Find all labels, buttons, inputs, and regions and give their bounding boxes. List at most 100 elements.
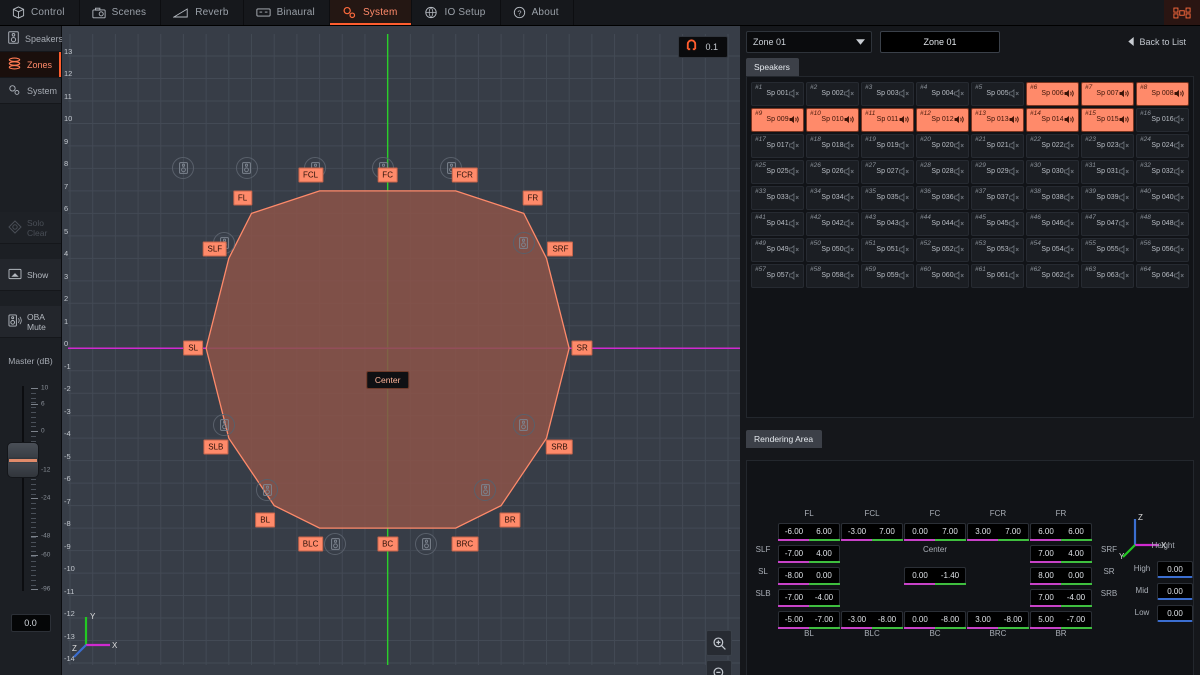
speaker-muted-icon[interactable] bbox=[844, 267, 855, 285]
rendering-height-field-mid[interactable]: 0.00 bbox=[1157, 583, 1193, 600]
speaker-cell[interactable]: #30Sp 030 bbox=[1026, 160, 1079, 184]
speaker-cell[interactable]: #50Sp 050 bbox=[806, 238, 859, 262]
speaker-muted-icon[interactable] bbox=[954, 85, 965, 103]
speaker-cell[interactable]: #20Sp 020 bbox=[916, 134, 969, 158]
rendering-field-brc[interactable]: 3.00-8.00 bbox=[967, 611, 1029, 628]
speaker-muted-icon[interactable] bbox=[789, 215, 800, 233]
speaker-muted-icon[interactable] bbox=[1009, 137, 1020, 155]
zone-graph-canvas[interactable]: FCFCRFRSRFSRSRBBRBRCBCBLCBLSLBSLSLFFLFCL… bbox=[62, 26, 740, 675]
speaker-on-icon[interactable] bbox=[954, 111, 965, 129]
speaker-cell[interactable]: #28Sp 028 bbox=[916, 160, 969, 184]
speaker-cell[interactable]: #2Sp 002 bbox=[806, 82, 859, 106]
speaker-muted-icon[interactable] bbox=[1064, 267, 1075, 285]
speaker-cell[interactable]: #9Sp 009 bbox=[751, 108, 804, 132]
sidebar-item-speakers[interactable]: Speakers bbox=[0, 26, 61, 52]
zone-vertex-label-sl[interactable]: SL bbox=[183, 341, 203, 356]
tab-rendering-area[interactable]: Rendering Area bbox=[746, 430, 822, 448]
speaker-marker-icon[interactable] bbox=[415, 533, 437, 555]
speaker-muted-icon[interactable] bbox=[1174, 137, 1185, 155]
speaker-muted-icon[interactable] bbox=[954, 241, 965, 259]
speaker-muted-icon[interactable] bbox=[1174, 215, 1185, 233]
zone-name-input[interactable]: Zone 01 bbox=[880, 31, 1000, 53]
tab-control[interactable]: Control bbox=[0, 0, 80, 25]
oba-mute-button[interactable]: OBA Mute bbox=[0, 306, 61, 338]
speaker-cell[interactable]: #44Sp 044 bbox=[916, 212, 969, 236]
speaker-muted-icon[interactable] bbox=[1009, 241, 1020, 259]
speaker-cell[interactable]: #18Sp 018 bbox=[806, 134, 859, 158]
zone-center-label[interactable]: Center bbox=[366, 371, 410, 389]
speaker-cell[interactable]: #25Sp 025 bbox=[751, 160, 804, 184]
rendering-field-sl[interactable]: -8.000.00 bbox=[778, 567, 840, 584]
speaker-muted-icon[interactable] bbox=[789, 189, 800, 207]
speaker-cell[interactable]: #61Sp 061 bbox=[971, 264, 1024, 288]
speaker-muted-icon[interactable] bbox=[1119, 163, 1130, 181]
snap-grid-badge[interactable]: 0.1 bbox=[678, 36, 728, 58]
speaker-cell[interactable]: #60Sp 060 bbox=[916, 264, 969, 288]
speaker-muted-icon[interactable] bbox=[1009, 215, 1020, 233]
speaker-cell[interactable]: #46Sp 046 bbox=[1026, 212, 1079, 236]
speaker-cell[interactable]: #48Sp 048 bbox=[1136, 212, 1189, 236]
speaker-cell[interactable]: #39Sp 039 bbox=[1081, 186, 1134, 210]
speaker-cell[interactable]: #26Sp 026 bbox=[806, 160, 859, 184]
speaker-marker-icon[interactable] bbox=[513, 414, 535, 436]
speaker-cell[interactable]: #40Sp 040 bbox=[1136, 186, 1189, 210]
speaker-muted-icon[interactable] bbox=[844, 241, 855, 259]
speaker-muted-icon[interactable] bbox=[1064, 215, 1075, 233]
speaker-cell[interactable]: #6Sp 006 bbox=[1026, 82, 1079, 106]
rendering-field-fcl[interactable]: -3.007.00 bbox=[841, 523, 903, 540]
speaker-muted-icon[interactable] bbox=[954, 137, 965, 155]
speaker-cell[interactable]: #22Sp 022 bbox=[1026, 134, 1079, 158]
speaker-muted-icon[interactable] bbox=[1009, 267, 1020, 285]
speaker-cell[interactable]: #4Sp 004 bbox=[916, 82, 969, 106]
speaker-cell[interactable]: #45Sp 045 bbox=[971, 212, 1024, 236]
speaker-on-icon[interactable] bbox=[789, 111, 800, 129]
speaker-marker-icon[interactable] bbox=[236, 157, 258, 179]
speaker-muted-icon[interactable] bbox=[1064, 163, 1075, 181]
speaker-on-icon[interactable] bbox=[844, 111, 855, 129]
tab-reverb[interactable]: Reverb bbox=[161, 0, 243, 25]
speaker-on-icon[interactable] bbox=[1009, 111, 1020, 129]
speaker-cell[interactable]: #41Sp 041 bbox=[751, 212, 804, 236]
speaker-muted-icon[interactable] bbox=[1119, 267, 1130, 285]
speaker-cell[interactable]: #31Sp 031 bbox=[1081, 160, 1134, 184]
speaker-cell[interactable]: #52Sp 052 bbox=[916, 238, 969, 262]
speaker-muted-icon[interactable] bbox=[1174, 163, 1185, 181]
speaker-muted-icon[interactable] bbox=[954, 267, 965, 285]
speaker-marker-icon[interactable] bbox=[324, 533, 346, 555]
speaker-cell[interactable]: #15Sp 015 bbox=[1081, 108, 1134, 132]
speaker-cell[interactable]: #23Sp 023 bbox=[1081, 134, 1134, 158]
zone-vertex-label-fcl[interactable]: FCL bbox=[298, 167, 323, 182]
speaker-marker-icon[interactable] bbox=[256, 479, 278, 501]
tab-system[interactable]: System bbox=[330, 0, 413, 25]
speaker-cell[interactable]: #37Sp 037 bbox=[971, 186, 1024, 210]
speaker-muted-icon[interactable] bbox=[789, 163, 800, 181]
zone-vertex-label-sr[interactable]: SR bbox=[572, 341, 593, 356]
speaker-muted-icon[interactable] bbox=[954, 189, 965, 207]
speaker-cell[interactable]: #57Sp 057 bbox=[751, 264, 804, 288]
master-fader[interactable]: 1060-12-24-48-60-96 bbox=[0, 374, 62, 604]
speaker-muted-icon[interactable] bbox=[1119, 189, 1130, 207]
speaker-cell[interactable]: #63Sp 063 bbox=[1081, 264, 1134, 288]
speaker-muted-icon[interactable] bbox=[899, 137, 910, 155]
rendering-field-sr[interactable]: 8.000.00 bbox=[1030, 567, 1092, 584]
zone-vertex-label-fl[interactable]: FL bbox=[233, 191, 252, 206]
speaker-cell[interactable]: #17Sp 017 bbox=[751, 134, 804, 158]
speaker-cell[interactable]: #19Sp 019 bbox=[861, 134, 914, 158]
speaker-cell[interactable]: #3Sp 003 bbox=[861, 82, 914, 106]
speaker-cell[interactable]: #21Sp 021 bbox=[971, 134, 1024, 158]
expand-fullscreen-icon[interactable] bbox=[1164, 0, 1200, 25]
speaker-muted-icon[interactable] bbox=[954, 163, 965, 181]
tab-scenes[interactable]: Scenes bbox=[80, 0, 162, 25]
speaker-muted-icon[interactable] bbox=[899, 85, 910, 103]
fader-knob[interactable] bbox=[7, 442, 39, 478]
speaker-cell[interactable]: #8Sp 008 bbox=[1136, 82, 1189, 106]
speaker-cell[interactable]: #14Sp 014 bbox=[1026, 108, 1079, 132]
speaker-cell[interactable]: #29Sp 029 bbox=[971, 160, 1024, 184]
speaker-muted-icon[interactable] bbox=[899, 189, 910, 207]
rendering-field-fcr[interactable]: 3.007.00 bbox=[967, 523, 1029, 540]
speaker-cell[interactable]: #59Sp 059 bbox=[861, 264, 914, 288]
speaker-cell[interactable]: #35Sp 035 bbox=[861, 186, 914, 210]
back-to-list-button[interactable]: Back to List bbox=[1120, 34, 1194, 51]
zone-vertex-label-fcr[interactable]: FCR bbox=[451, 167, 477, 182]
speaker-cell[interactable]: #36Sp 036 bbox=[916, 186, 969, 210]
